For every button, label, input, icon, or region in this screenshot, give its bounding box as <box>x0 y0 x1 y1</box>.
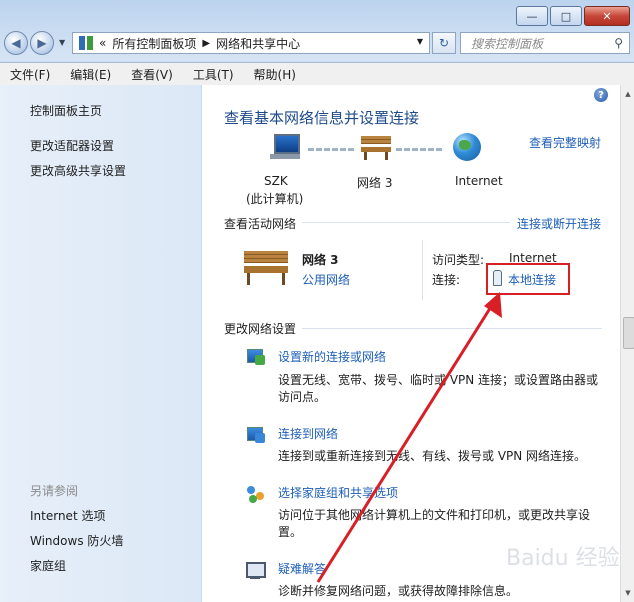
access-type-label: 访问类型: <box>432 253 485 267</box>
task-homegroup-link[interactable]: 选择家庭组和共享选项 <box>278 484 398 501</box>
forward-button[interactable]: ▶ <box>30 31 54 55</box>
task-connect-network-link[interactable]: 连接到网络 <box>278 425 338 442</box>
menu-file[interactable]: 文件(F) <box>10 66 50 83</box>
back-button[interactable]: ◀ <box>4 31 28 55</box>
troubleshoot-icon <box>245 560 267 580</box>
window: — □ ✕ ◀ ▶ ▼ « 所有控制面板项 ▶ 网络和共享中心 ▼ ↻ 搜索控制… <box>0 0 634 602</box>
view-full-map-link[interactable]: 查看完整映射 <box>529 134 601 151</box>
watermark: Baidu 经验 <box>506 546 620 571</box>
map-connector-line <box>396 148 444 151</box>
computer-name-label: SZK <box>264 174 288 188</box>
task-connect-network-desc: 连接到或重新连接到无线、有线、拨号或 VPN 网络连接。 <box>278 449 587 463</box>
connection-label: 连接: <box>432 273 461 287</box>
search-icon[interactable]: ⚲ <box>614 36 623 50</box>
computer-sub-label: (此计算机) <box>246 192 304 206</box>
control-panel-icon <box>79 36 93 50</box>
task-setup-connection-desc-2: 访问点。 <box>278 390 327 404</box>
page-title: 查看基本网络信息并设置连接 <box>224 109 420 127</box>
homegroup-icon <box>245 484 267 504</box>
task-troubleshoot-link[interactable]: 疑难解答 <box>278 560 326 577</box>
vertical-scrollbar[interactable]: ▲ ▼ <box>620 85 634 602</box>
search-input[interactable]: 搜索控制面板 <box>471 35 543 52</box>
search-box[interactable]: 搜索控制面板 ⚲ <box>460 32 630 54</box>
help-icon[interactable]: ? <box>594 88 608 102</box>
task-homegroup-desc: 访问位于其他网络计算机上的文件和打印机，或更改共享设 <box>278 508 591 522</box>
sidebar-link-windows-firewall[interactable]: Windows 防火墙 <box>30 532 123 549</box>
sidebar-link-internet-options[interactable]: Internet 选项 <box>30 507 105 524</box>
connect-network-icon <box>245 425 267 445</box>
breadcrumb-all-items[interactable]: 所有控制面板项 <box>112 35 196 52</box>
close-button[interactable]: ✕ <box>584 6 630 26</box>
sidebar: 控制面板主页 更改适配器设置 更改高级共享设置 另请参阅 Internet 选项… <box>0 85 202 602</box>
active-networks-heading: 查看活动网络 <box>224 217 297 231</box>
divider <box>422 240 423 300</box>
scroll-up-icon[interactable]: ▲ <box>622 87 634 101</box>
sidebar-link-homegroup[interactable]: 家庭组 <box>30 557 66 574</box>
sidebar-link-control-panel-home[interactable]: 控制面板主页 <box>30 102 102 119</box>
internet-globe-icon[interactable] <box>453 133 481 161</box>
menu-view[interactable]: 查看(V) <box>131 66 173 83</box>
see-also-heading: 另请参阅 <box>30 484 79 498</box>
menu-bar: 文件(F) 编辑(E) 查看(V) 工具(T) 帮助(H) <box>0 62 634 86</box>
address-dropdown-icon[interactable]: ▼ <box>417 37 423 46</box>
menu-help[interactable]: 帮助(H) <box>254 66 296 83</box>
address-bar[interactable]: « 所有控制面板项 ▶ 网络和共享中心 ▼ <box>72 32 430 54</box>
sidebar-link-adapter-settings[interactable]: 更改适配器设置 <box>30 137 114 154</box>
map-network-label: 网络 3 <box>357 176 393 190</box>
network-bench-icon[interactable] <box>361 136 391 160</box>
divider <box>302 328 602 329</box>
active-network-name: 网络 3 <box>302 253 339 267</box>
minimize-button[interactable]: — <box>516 6 548 26</box>
menu-edit[interactable]: 编辑(E) <box>70 66 111 83</box>
main-content <box>202 85 620 602</box>
connect-disconnect-link[interactable]: 连接或断开连接 <box>517 215 601 232</box>
breadcrumb-network-center[interactable]: 网络和共享中心 <box>216 35 300 52</box>
change-settings-heading: 更改网络设置 <box>224 322 297 336</box>
breadcrumb-separator-icon[interactable]: ▶ <box>202 38 210 49</box>
task-setup-connection-link[interactable]: 设置新的连接或网络 <box>278 348 386 365</box>
annotation-highlight-box <box>486 263 570 295</box>
menu-tools[interactable]: 工具(T) <box>193 66 234 83</box>
maximize-button[interactable]: □ <box>550 6 582 26</box>
map-connector-line <box>308 148 354 151</box>
breadcrumb-prefix[interactable]: « <box>99 36 106 50</box>
task-homegroup-desc-2: 置。 <box>278 525 303 539</box>
recent-pages-dropdown-icon[interactable]: ▼ <box>59 38 65 47</box>
sidebar-link-advanced-sharing[interactable]: 更改高级共享设置 <box>30 162 126 179</box>
caption-buttons: — □ ✕ <box>514 6 630 26</box>
active-network-bench-icon <box>244 251 288 285</box>
scroll-thumb[interactable] <box>623 317 634 349</box>
task-troubleshoot-desc: 诊断并修复网络问题，或获得故障排除信息。 <box>278 584 519 598</box>
network-type-link[interactable]: 公用网络 <box>302 271 350 288</box>
task-setup-connection-desc: 设置无线、宽带、拨号、临时或 VPN 连接；或设置路由器或 <box>278 373 599 387</box>
navigation-bar: ◀ ▶ ▼ « 所有控制面板项 ▶ 网络和共享中心 ▼ ↻ 搜索控制面板 ⚲ <box>4 30 630 58</box>
scroll-down-icon[interactable]: ▼ <box>622 586 634 600</box>
map-internet-label: Internet <box>455 174 503 188</box>
new-connection-icon <box>245 347 267 367</box>
computer-icon[interactable] <box>270 134 304 160</box>
refresh-button[interactable]: ↻ <box>432 32 456 54</box>
divider <box>302 222 510 223</box>
